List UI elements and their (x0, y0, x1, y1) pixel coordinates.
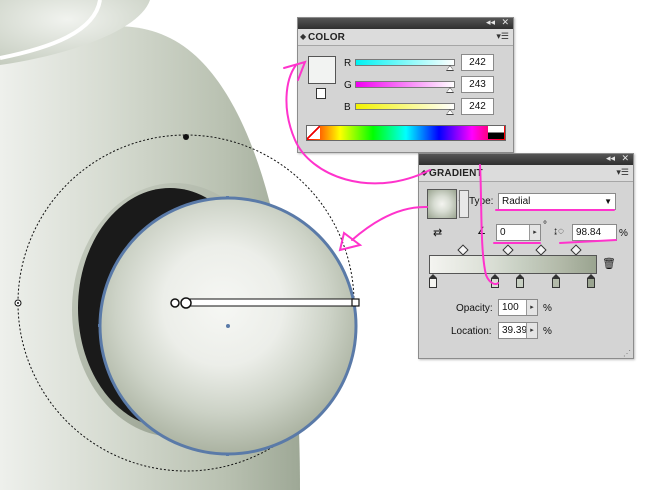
channel-label: G (344, 80, 352, 91)
tab-toggle-icon[interactable]: ◆ (421, 168, 427, 177)
opacity-stepper[interactable]: ▸ (526, 300, 537, 315)
opacity-value: 100 (502, 302, 519, 313)
gradient-stop[interactable] (587, 274, 595, 288)
aspect-ratio-value: 98.84 (576, 227, 602, 238)
gradient-end-handle[interactable] (351, 298, 360, 307)
channel-value: 243 (469, 79, 486, 90)
type-label: Type: (469, 196, 494, 207)
angle-unit: ° (543, 220, 547, 231)
anchor-left[interactable] (98, 324, 101, 327)
gradient-origin-handle[interactable] (170, 298, 180, 308)
gradient-fill-box[interactable] (459, 190, 469, 218)
channel-slider-thumb[interactable] (446, 87, 455, 93)
resize-grip-icon[interactable]: ⋰ (623, 349, 631, 358)
spectrum-bar[interactable] (306, 125, 506, 141)
close-icon[interactable]: ✕ (621, 153, 629, 164)
channel-label: R (344, 58, 352, 69)
gradient-midpoint[interactable] (502, 244, 514, 256)
double-arrow-icon[interactable]: ◂◂ (606, 153, 615, 164)
ring-handle-top[interactable] (183, 134, 189, 140)
chevron-down-icon: ▼ (604, 197, 612, 206)
angle-stepper[interactable]: ▸ (529, 225, 540, 240)
none-swatch[interactable] (307, 126, 320, 139)
color-panel: ◂◂ ✕ ◆ COLOR ▾☰ R 242 G 243 B 242 (297, 17, 514, 153)
aspect-ratio-icon: ↨◌ (553, 226, 564, 237)
channel-value-field[interactable]: 242 (461, 98, 494, 115)
channel-value-field[interactable]: 243 (461, 76, 494, 93)
channel-slider[interactable] (355, 59, 455, 66)
gradient-stop[interactable] (429, 274, 437, 288)
channel-slider[interactable] (355, 103, 455, 110)
gradient-midpoint[interactable] (570, 244, 582, 256)
tab-toggle-icon[interactable]: ◆ (300, 32, 306, 41)
black-white-swatch[interactable] (488, 126, 504, 139)
gradient-panel-titlebar[interactable]: ◂◂ ✕ (419, 153, 633, 165)
channel-slider[interactable] (355, 81, 455, 88)
channel-label: B (344, 102, 351, 113)
gradient-preview-swatch[interactable] (427, 189, 457, 219)
fill-swatch[interactable] (308, 56, 336, 84)
close-icon[interactable]: ✕ (501, 17, 509, 28)
gradient-stop[interactable] (515, 274, 524, 288)
channel-value-field[interactable]: 242 (461, 54, 494, 71)
opacity-unit: % (543, 303, 552, 314)
aspect-unit: % (619, 228, 628, 239)
out-of-gamut-icon[interactable] (316, 88, 326, 99)
reverse-gradient-icon[interactable]: ⇄ (433, 226, 447, 240)
panel-menu-icon[interactable]: ▾☰ (616, 167, 629, 178)
channel-value: 242 (469, 101, 486, 112)
color-panel-title[interactable]: COLOR (308, 32, 345, 43)
angle-value: 0 (500, 227, 506, 238)
gradient-stop[interactable] (552, 274, 561, 288)
location-field[interactable]: 39.39 ▸ (498, 322, 538, 339)
color-panel-tabrow: ◆ COLOR ▾☰ (298, 29, 513, 46)
gradient-ramp[interactable] (429, 255, 597, 274)
gradient-midpoint[interactable] (457, 244, 469, 256)
channel-slider-thumb[interactable] (445, 109, 454, 115)
type-select[interactable]: Radial ▼ (498, 193, 616, 210)
gradient-start-handle[interactable] (180, 297, 192, 309)
location-unit: % (543, 326, 552, 337)
gradient-slider-bar[interactable] (185, 298, 356, 307)
location-stepper[interactable]: ▸ (526, 323, 537, 338)
double-arrow-icon[interactable]: ◂◂ (486, 17, 495, 28)
angle-field[interactable]: 0 ▸ (496, 224, 541, 241)
channel-slider-thumb[interactable] (445, 65, 454, 71)
gradient-stop[interactable] (490, 274, 499, 288)
gradient-panel-title[interactable]: GRADIENT (429, 168, 483, 179)
ring-handle-left-dot (17, 302, 19, 304)
location-value: 39.39 (502, 325, 528, 336)
color-panel-titlebar[interactable]: ◂◂ ✕ (298, 17, 513, 29)
anchor-top[interactable] (226, 196, 229, 199)
aspect-ratio-field[interactable]: 98.84 (572, 224, 617, 241)
gradient-midpoint[interactable] (535, 244, 547, 256)
delete-stop-icon[interactable]: 🗑 (602, 257, 616, 270)
opacity-field[interactable]: 100 ▸ (498, 299, 538, 316)
opacity-label: Opacity: (456, 303, 493, 314)
anchor-bottom[interactable] (226, 453, 229, 456)
panel-menu-icon[interactable]: ▾☰ (496, 31, 509, 42)
type-select-value: Radial (502, 196, 531, 207)
gradient-panel-tabrow: ◆ GRADIENT ▾☰ (419, 165, 633, 182)
angle-icon: ∠ (477, 226, 486, 237)
gradient-panel: ◂◂ ✕ ◆ GRADIENT ▾☰ ▼ Type: Radial ▼ ⇄ ∠ … (418, 153, 634, 359)
location-label: Location: (451, 326, 492, 337)
channel-value: 242 (469, 57, 486, 68)
selection-center-point (226, 324, 230, 328)
